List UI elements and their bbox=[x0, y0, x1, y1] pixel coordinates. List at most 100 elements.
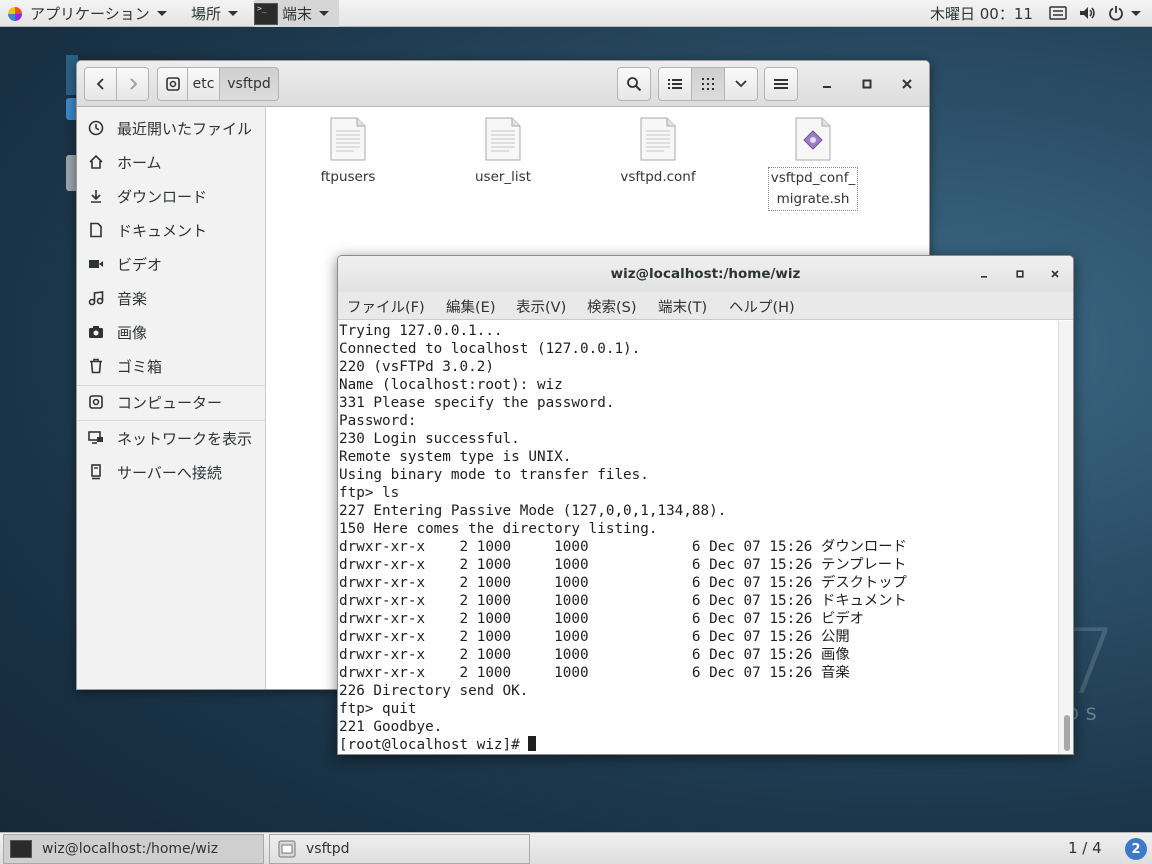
network-status-icon[interactable] bbox=[1048, 4, 1068, 22]
terminal-scrollbar[interactable] bbox=[1058, 321, 1073, 754]
sidebar-item-documents[interactable]: ドキュメント bbox=[77, 213, 265, 247]
path-root-button[interactable] bbox=[157, 67, 188, 101]
terminal-line: drwxr-xr-x 2 1000 1000 6 Dec 07 15:26 ドキ… bbox=[339, 593, 907, 609]
task-label: wiz@localhost:/home/wiz bbox=[42, 841, 219, 857]
applications-menu[interactable]: アプリケーション bbox=[8, 0, 167, 27]
maximize-icon bbox=[862, 79, 872, 89]
file-item-vsftpd-conf[interactable]: vsftpd.conf bbox=[612, 117, 704, 188]
minimize-icon bbox=[981, 276, 987, 278]
terminal-line: drwxr-xr-x 2 1000 1000 6 Dec 07 15:26 ビデ… bbox=[339, 611, 864, 627]
sidebar-item-label: ネットワークを表示 bbox=[117, 429, 253, 448]
script-file-icon bbox=[795, 117, 831, 161]
file-manager-headerbar: etc vsftpd bbox=[77, 61, 929, 107]
maximize-icon bbox=[1016, 270, 1024, 278]
menu-view[interactable]: 表示(V) bbox=[516, 296, 566, 317]
terminal-titlebar[interactable]: wiz@localhost:/home/wiz bbox=[338, 256, 1073, 292]
terminal-icon: >_ bbox=[254, 2, 278, 25]
sidebar-item-network[interactable]: ネットワークを表示 bbox=[77, 421, 265, 455]
terminal-minimize-button[interactable] bbox=[976, 266, 992, 282]
menu-button[interactable] bbox=[764, 67, 798, 101]
terminal-line: drwxr-xr-x 2 1000 1000 6 Dec 07 15:26 テン… bbox=[339, 557, 907, 573]
close-icon bbox=[1051, 270, 1059, 278]
applications-icon bbox=[8, 6, 22, 21]
file-item-migrate-script[interactable]: vsftpd_conf_ migrate.sh bbox=[767, 117, 859, 211]
forward-button[interactable] bbox=[116, 67, 149, 101]
terminal-line: 221 Goodbye. bbox=[339, 719, 443, 735]
terminal-menubar: ファイル(F) 編集(E) 表示(V) 検索(S) 端末(T) ヘルプ(H) bbox=[338, 292, 1073, 320]
file-manager-icon bbox=[278, 840, 296, 858]
workspace-indicator[interactable]: 1 / 4 bbox=[1068, 839, 1102, 857]
sidebar-item-home[interactable]: ホーム bbox=[77, 145, 265, 179]
sidebar-item-videos[interactable]: ビデオ bbox=[77, 247, 265, 281]
trash-icon bbox=[87, 357, 105, 375]
sidebar: 最近開いたファイル ホーム ダウンロード ドキュメント ビデオ 音楽 画像 ゴミ… bbox=[77, 107, 266, 689]
text-file-icon bbox=[330, 117, 366, 161]
maximize-button[interactable] bbox=[850, 67, 884, 101]
download-icon bbox=[87, 187, 105, 205]
file-name: ftpusers bbox=[320, 169, 376, 185]
sidebar-item-trash[interactable]: ゴミ箱 bbox=[77, 349, 265, 383]
document-icon bbox=[87, 221, 105, 239]
terminal-line: 220 (vsFTPd 3.0.2) bbox=[339, 359, 494, 375]
sidebar-item-recent[interactable]: 最近開いたファイル bbox=[77, 111, 265, 145]
terminal-title: wiz@localhost:/home/wiz bbox=[610, 266, 801, 282]
path-crumb-vsftpd[interactable]: vsftpd bbox=[219, 67, 279, 101]
terminal-app-menu[interactable]: >_ 端末 bbox=[254, 0, 340, 27]
menu-edit[interactable]: 編集(E) bbox=[446, 296, 495, 317]
places-menu[interactable]: 場所 bbox=[191, 0, 239, 27]
menu-file[interactable]: ファイル(F) bbox=[347, 296, 425, 317]
sidebar-item-music[interactable]: 音楽 bbox=[77, 281, 265, 315]
sidebar-item-label: 画像 bbox=[117, 323, 148, 342]
chevron-down-icon bbox=[156, 11, 167, 16]
power-icon bbox=[1108, 6, 1123, 21]
minimize-button[interactable] bbox=[810, 67, 844, 101]
task-terminal[interactable]: wiz@localhost:/home/wiz bbox=[3, 834, 264, 864]
terminal-line: drwxr-xr-x 2 1000 1000 6 Dec 07 15:26 ダウ… bbox=[339, 539, 907, 555]
clock[interactable]: 木曜日 00：11 bbox=[930, 0, 1033, 27]
home-icon bbox=[87, 153, 105, 171]
terminal-line: Using binary mode to transfer files. bbox=[339, 467, 649, 483]
applications-label: アプリケーション bbox=[30, 5, 150, 23]
terminal-icon bbox=[10, 840, 32, 858]
search-button[interactable] bbox=[617, 67, 651, 101]
chevron-down-icon bbox=[319, 11, 330, 16]
sidebar-item-computer[interactable]: コンピューター bbox=[77, 385, 265, 419]
terminal-line: 150 Here comes the directory listing. bbox=[339, 521, 658, 537]
list-view-button[interactable] bbox=[658, 67, 692, 101]
sidebar-item-pictures[interactable]: 画像 bbox=[77, 315, 265, 349]
terminal-line: drwxr-xr-x 2 1000 1000 6 Dec 07 15:26 公開 bbox=[339, 629, 850, 645]
chevron-right-icon bbox=[129, 78, 137, 90]
close-button[interactable] bbox=[890, 67, 924, 101]
power-menu[interactable] bbox=[1104, 4, 1144, 22]
chevron-down-icon bbox=[1130, 10, 1141, 16]
search-icon bbox=[627, 77, 642, 92]
sidebar-item-downloads[interactable]: ダウンロード bbox=[77, 179, 265, 213]
terminal-maximize-button[interactable] bbox=[1012, 266, 1028, 282]
sidebar-item-label: ゴミ箱 bbox=[117, 357, 163, 376]
menu-terminal[interactable]: 端末(T) bbox=[658, 296, 707, 317]
grid-view-button[interactable] bbox=[691, 67, 725, 101]
path-crumb-etc[interactable]: etc bbox=[187, 67, 220, 101]
workspace-badge[interactable]: 2 bbox=[1125, 838, 1147, 860]
camera-icon bbox=[87, 323, 105, 341]
volume-icon[interactable] bbox=[1077, 4, 1097, 22]
terminal-close-button[interactable] bbox=[1047, 266, 1063, 282]
sidebar-item-label: ドキュメント bbox=[117, 221, 208, 240]
sidebar-item-connect-server[interactable]: サーバーへ接続 bbox=[77, 455, 265, 489]
file-item-user-list[interactable]: user_list bbox=[457, 117, 549, 188]
terminal-line: 230 Login successful. bbox=[339, 431, 520, 447]
task-file-manager[interactable]: vsftpd bbox=[269, 834, 530, 864]
terminal-line: Connected to localhost (127.0.0.1). bbox=[339, 341, 641, 357]
file-item-ftpusers[interactable]: ftpusers bbox=[302, 117, 394, 188]
terminal-line: 226 Directory send OK. bbox=[339, 683, 529, 699]
menu-help[interactable]: ヘルプ(H) bbox=[729, 296, 795, 317]
sidebar-item-label: ダウンロード bbox=[117, 187, 208, 206]
terminal-line: Name (localhost:root): wiz bbox=[339, 377, 563, 393]
menu-search[interactable]: 検索(S) bbox=[587, 296, 637, 317]
terminal-output[interactable]: Trying 127.0.0.1... Connected to localho… bbox=[338, 321, 1060, 754]
file-name: vsftpd.conf bbox=[620, 169, 696, 185]
back-button[interactable] bbox=[84, 67, 117, 101]
scrollbar-thumb[interactable] bbox=[1064, 715, 1070, 751]
server-icon bbox=[87, 463, 105, 481]
view-options-button[interactable] bbox=[724, 67, 758, 101]
